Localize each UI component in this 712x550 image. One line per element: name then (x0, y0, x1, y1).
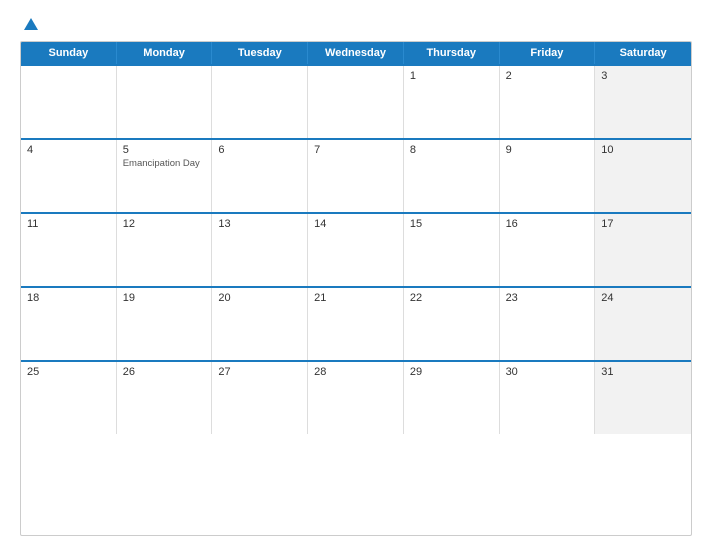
calendar-cell: 20 (212, 288, 308, 360)
day-number: 9 (506, 144, 589, 156)
calendar-cell: 6 (212, 140, 308, 212)
day-number: 28 (314, 366, 397, 378)
calendar-cell (117, 66, 213, 138)
calendar-cell (212, 66, 308, 138)
calendar-page: SundayMondayTuesdayWednesdayThursdayFrid… (0, 0, 712, 550)
calendar-cell: 4 (21, 140, 117, 212)
day-number: 23 (506, 292, 589, 304)
day-number: 2 (506, 70, 589, 82)
calendar-cell: 5 Emancipation Day (117, 140, 213, 212)
calendar-cell: 22 (404, 288, 500, 360)
calendar-week-1: 1 23 (21, 64, 691, 138)
day-number: 22 (410, 292, 493, 304)
calendar-week-5: 25 26 27 28 29 30 31 (21, 360, 691, 434)
day-number: 5 (123, 144, 206, 156)
day-number: 15 (410, 218, 493, 230)
calendar-week-4: 18 19 20 21 22 23 24 (21, 286, 691, 360)
calendar-cell: 12 (117, 214, 213, 286)
day-number: 26 (123, 366, 206, 378)
day-number: 6 (218, 144, 301, 156)
calendar-cell: 19 (117, 288, 213, 360)
calendar-cell: 3 (595, 66, 691, 138)
day-number: 17 (601, 218, 685, 230)
header-day-thursday: Thursday (404, 42, 500, 64)
calendar-cell: 29 (404, 362, 500, 434)
calendar-grid: SundayMondayTuesdayWednesdayThursdayFrid… (20, 41, 692, 536)
header-day-monday: Monday (117, 42, 213, 64)
calendar-cell: 11 (21, 214, 117, 286)
day-number: 25 (27, 366, 110, 378)
calendar-week-3: 11 12 13 14 15 16 17 (21, 212, 691, 286)
day-number: 16 (506, 218, 589, 230)
day-number: 27 (218, 366, 301, 378)
calendar-cell: 10 (595, 140, 691, 212)
day-number: 4 (27, 144, 110, 156)
calendar-cell: 1 (404, 66, 500, 138)
day-number: 12 (123, 218, 206, 230)
calendar-cell: 7 (308, 140, 404, 212)
calendar-cell: 18 (21, 288, 117, 360)
day-number: 18 (27, 292, 110, 304)
header-day-sunday: Sunday (21, 42, 117, 64)
calendar-cell (308, 66, 404, 138)
day-number: 14 (314, 218, 397, 230)
day-number: 7 (314, 144, 397, 156)
calendar-cell (21, 66, 117, 138)
day-number: 24 (601, 292, 685, 304)
calendar-cell: 9 (500, 140, 596, 212)
calendar-cell: 15 (404, 214, 500, 286)
calendar-cell: 30 (500, 362, 596, 434)
page-header (20, 18, 692, 31)
day-number: 8 (410, 144, 493, 156)
calendar-cell: 8 (404, 140, 500, 212)
calendar-cell: 27 (212, 362, 308, 434)
day-number: 31 (601, 366, 685, 378)
day-number: 30 (506, 366, 589, 378)
calendar-cell: 14 (308, 214, 404, 286)
calendar-cell: 26 (117, 362, 213, 434)
day-number: 11 (27, 218, 110, 230)
day-number: 19 (123, 292, 206, 304)
calendar-cell: 23 (500, 288, 596, 360)
header-day-friday: Friday (500, 42, 596, 64)
calendar-header: SundayMondayTuesdayWednesdayThursdayFrid… (21, 42, 691, 64)
calendar-cell: 21 (308, 288, 404, 360)
day-number: 3 (601, 70, 685, 82)
calendar-cell: 17 (595, 214, 691, 286)
holiday-label: Emancipation Day (123, 158, 206, 170)
calendar-cell: 31 (595, 362, 691, 434)
header-day-tuesday: Tuesday (212, 42, 308, 64)
calendar-cell: 2 (500, 66, 596, 138)
day-number: 29 (410, 366, 493, 378)
day-number: 10 (601, 144, 685, 156)
day-number: 13 (218, 218, 301, 230)
calendar-week-2: 4 5 Emancipation Day 6 7 8 9 10 (21, 138, 691, 212)
header-day-wednesday: Wednesday (308, 42, 404, 64)
calendar-body: 12345Emancipation Day6789101112131415161… (21, 64, 691, 434)
calendar-cell: 25 (21, 362, 117, 434)
day-number: 1 (410, 70, 493, 82)
calendar-cell: 13 (212, 214, 308, 286)
calendar-cell: 16 (500, 214, 596, 286)
header-day-saturday: Saturday (595, 42, 691, 64)
calendar-cell: 28 (308, 362, 404, 434)
day-number: 21 (314, 292, 397, 304)
calendar-cell: 24 (595, 288, 691, 360)
logo (20, 18, 38, 31)
logo-triangle-icon (24, 18, 38, 30)
day-number: 20 (218, 292, 301, 304)
